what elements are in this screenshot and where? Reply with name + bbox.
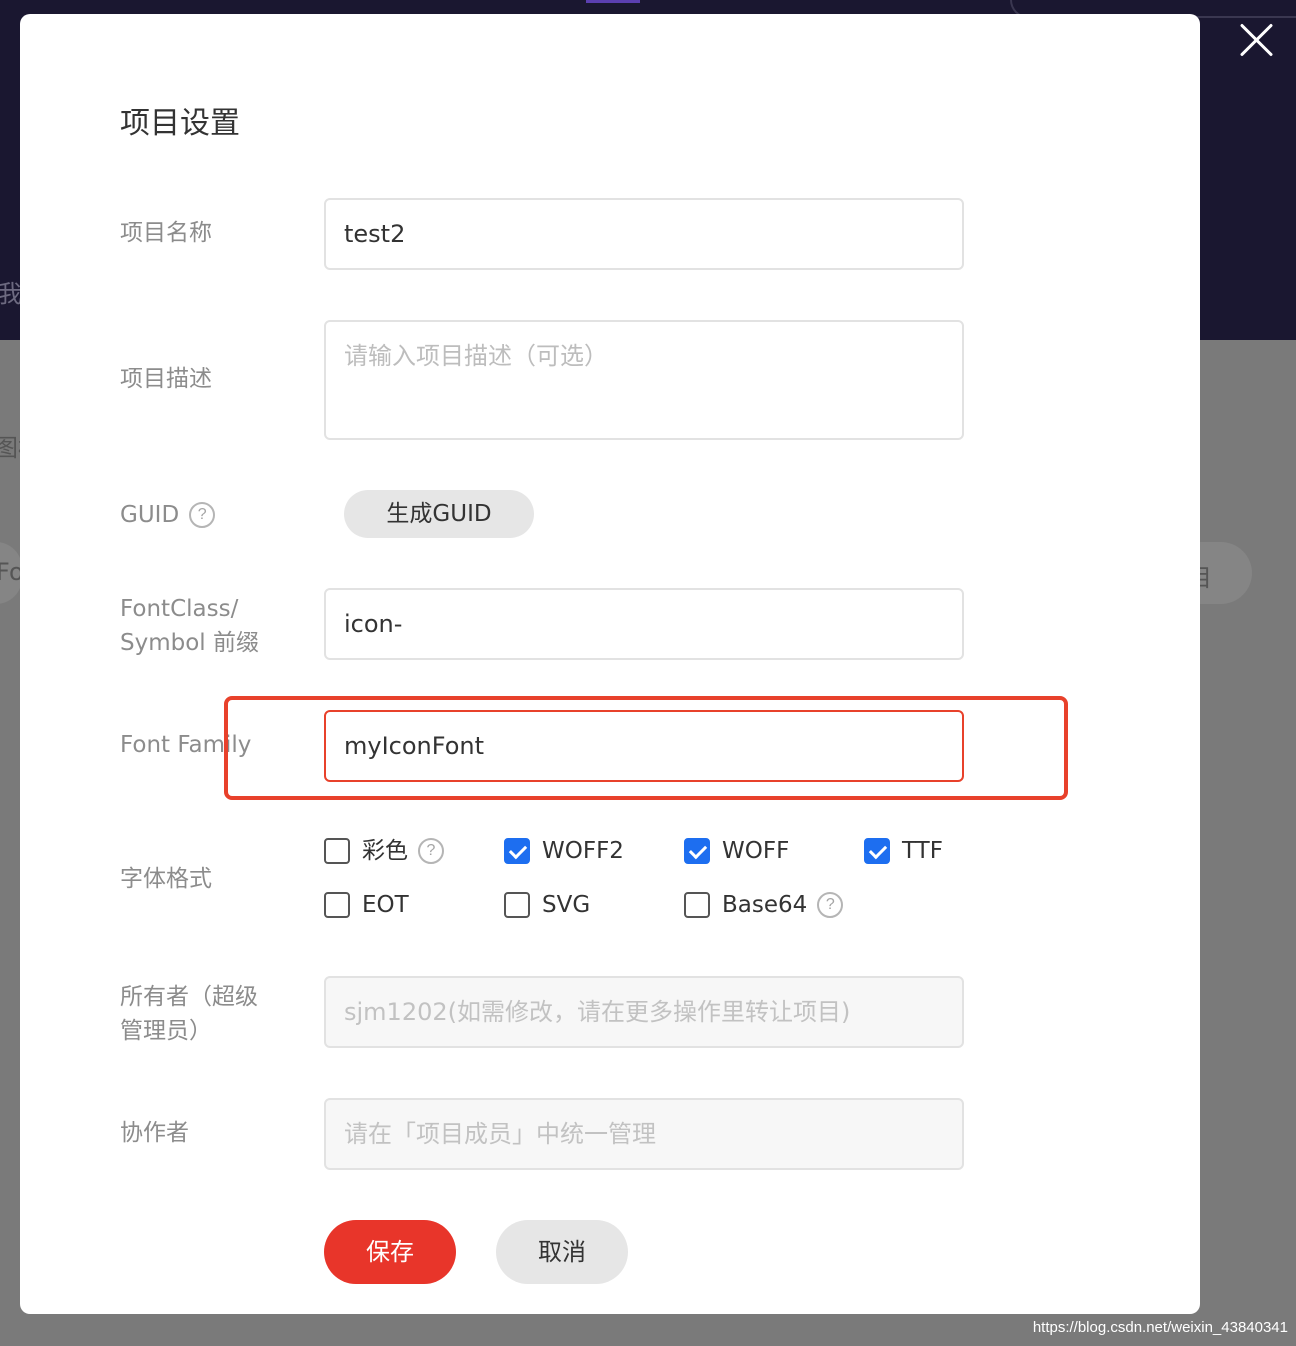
project-description-label: 项目描述 [120, 366, 212, 392]
guid-label-row: GUID ? [120, 498, 216, 532]
save-button[interactable]: 保存 [324, 1220, 456, 1284]
checkbox[interactable] [684, 892, 710, 918]
checkbox-checked[interactable] [864, 838, 890, 864]
checkbox[interactable] [504, 892, 530, 918]
prefix-input[interactable]: icon- [324, 588, 964, 660]
help-icon[interactable]: ? [817, 892, 844, 918]
format-checkbox-svg[interactable]: SVG [504, 890, 590, 920]
owner-input: sjm1202(如需修改，请在更多操作里转让项目) [324, 976, 964, 1048]
background-text-fragment: 我 [0, 280, 22, 308]
format-option-label: Base64 [722, 892, 808, 918]
format-option-label: EOT [362, 892, 409, 918]
project-description-textarea[interactable]: 请输入项目描述（可选） [324, 320, 964, 440]
project-name-label: 项目名称 [120, 220, 212, 246]
collaborators-label: 协作者 [120, 1120, 189, 1146]
cancel-button[interactable]: 取消 [496, 1220, 628, 1284]
generate-guid-button[interactable]: 生成GUID [344, 490, 534, 538]
format-checkbox-eot[interactable]: EOT [324, 890, 409, 920]
help-icon[interactable]: ? [418, 838, 444, 864]
prefix-label: FontClass/ Symbol 前缀 [120, 592, 259, 660]
format-option-label: TTF [902, 838, 943, 864]
watermark: https://blog.csdn.net/weixin_43840341 [1032, 1319, 1288, 1336]
dialog-title: 项目设置 [120, 106, 240, 141]
checkbox[interactable] [324, 892, 350, 918]
project-settings-dialog: 项目设置 项目名称 test2 项目描述 请输入项目描述（可选） GUID ? … [20, 14, 1200, 1314]
prefix-label-line2: Symbol 前缀 [120, 630, 259, 656]
format-option-label: 彩色 [362, 838, 408, 864]
owner-label-line1: 所有者（超级 [120, 984, 258, 1010]
background-nav-indicator [586, 0, 640, 3]
close-icon[interactable] [1232, 16, 1280, 64]
format-checkbox-woff2[interactable]: WOFF2 [504, 836, 624, 866]
format-checkbox-base64[interactable]: Base64 ? [684, 890, 844, 920]
format-option-label: SVG [542, 892, 591, 918]
format-option-label: WOFF2 [542, 838, 624, 864]
owner-label: 所有者（超级 管理员） [120, 980, 258, 1048]
format-checkbox-color[interactable]: 彩色 ? [324, 836, 444, 866]
guid-label: GUID [120, 502, 180, 528]
format-checkbox-woff[interactable]: WOFF [684, 836, 789, 866]
help-icon[interactable]: ? [189, 502, 216, 528]
prefix-label-line1: FontClass/ [120, 596, 239, 622]
project-name-input[interactable]: test2 [324, 198, 964, 270]
collaborators-input: 请在「项目成员」中统一管理 [324, 1098, 964, 1170]
font-format-label: 字体格式 [120, 866, 212, 892]
checkbox-checked[interactable] [504, 838, 530, 864]
checkbox[interactable] [324, 838, 350, 864]
format-option-label: WOFF [722, 838, 790, 864]
owner-label-line2: 管理员） [120, 1018, 212, 1044]
format-checkbox-ttf[interactable]: TTF [864, 836, 943, 866]
annotation-highlight-box [224, 696, 1068, 800]
checkbox-checked[interactable] [684, 838, 710, 864]
